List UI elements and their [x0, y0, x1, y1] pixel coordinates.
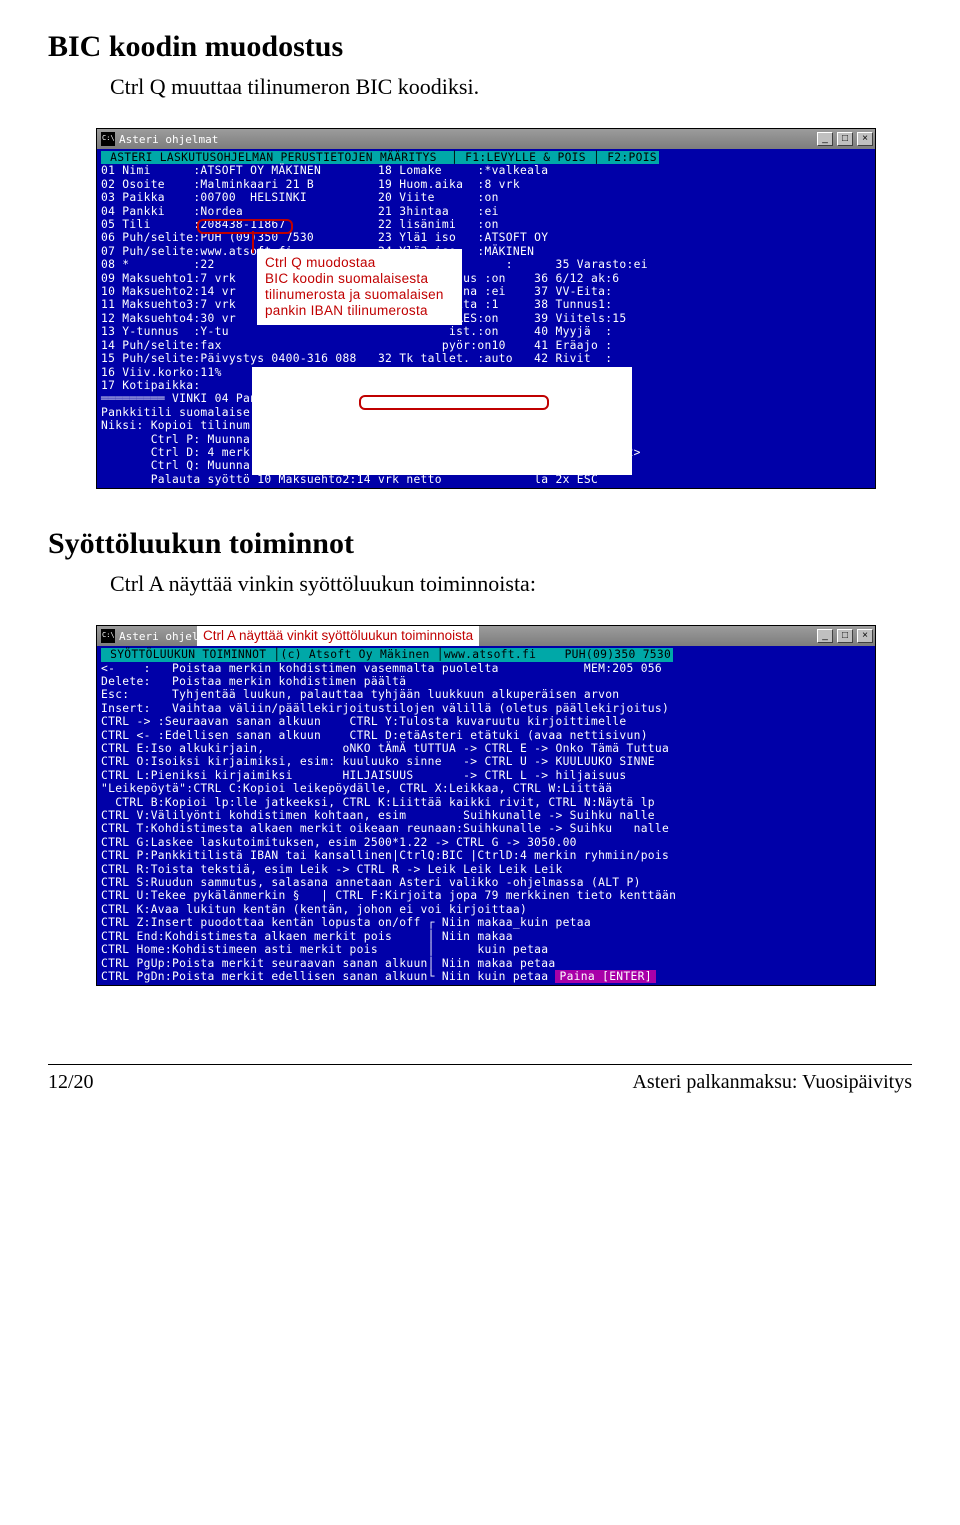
cmd-icon: [101, 132, 115, 146]
paina-enter-badge: Paina [ENTER]: [555, 970, 655, 983]
terminal-line: CTRL -> :Seuraavan sanan alkuun CTRL Y:T…: [101, 715, 627, 728]
titlebar-1-text: Asteri ohjelmat: [119, 133, 218, 146]
terminal-line: CTRL Z:Insert puodottaa kentän lopusta o…: [101, 916, 591, 929]
footer-right-title: Asteri palkanmaksu: Vuosipäivitys: [632, 1071, 912, 1094]
terminal-line: CTRL B:Kopioi lp:lle jatkeeksi, CTRL K:L…: [101, 796, 655, 809]
terminal-line: CTRL T:Kohdistimesta alkaen merkit oikea…: [101, 822, 669, 835]
heading-syottoluukku: Syöttöluukun toiminnot: [48, 527, 912, 561]
highlight-box-ndeafihh: [359, 395, 549, 410]
terminal-line: <- : Poistaa merkin kohdistimen vasemmal…: [101, 662, 662, 675]
terminal-line: CTRL <- :Edellisen sanan alkuun CTRL D:e…: [101, 729, 648, 742]
terminal-line: CTRL L:Pieniksi kirjaimiksi HILJAISUUS -…: [101, 769, 627, 782]
terminal-line: CTRL R:Toista tekstiä, esim Leik -> CTRL…: [101, 863, 563, 876]
cmd-icon: [101, 629, 115, 643]
intro-line-2: Ctrl A näyttää vinkin syöttöluukun toimi…: [110, 571, 912, 597]
terminal-line: 13 Y-tunnus :Y-tu ist.:on 40 Myyjä :: [101, 325, 612, 338]
terminal-line: CTRL G:Laskee laskutoimituksen, esim 250…: [101, 836, 577, 849]
page-footer: 12/20 Asteri palkanmaksu: Vuosipäivitys: [48, 1064, 912, 1094]
terminal-line: CTRL PgDn:Poista merkit edellisen sanan …: [101, 970, 555, 983]
window-close-button[interactable]: ×: [857, 629, 873, 643]
overlay-snippet-1: [252, 367, 632, 475]
callout-line-1: [252, 231, 254, 253]
intro-line-1: Ctrl Q muuttaa tilinumeron BIC koodiksi.: [110, 74, 912, 100]
terminal-line: 05 Tili :208438-11867 22 lisänimi :on: [101, 218, 499, 231]
terminal-line: 04 Pankki :Nordea 21 3hintaa :ei: [101, 205, 499, 218]
terminal-line: Delete: Poistaa merkin kohdistimen päält…: [101, 675, 406, 688]
terminal-line: Esc: Tyhjentää luukun, palauttaa tyhjään…: [101, 688, 619, 701]
terminal-line: CTRL End:Kohdistimesta alkaen merkit poi…: [101, 930, 513, 943]
terminal-line: CTRL K:Avaa lukitun kentän (kentän, joho…: [101, 903, 527, 916]
window-maximize-button[interactable]: □: [837, 132, 853, 146]
terminal-content-1: ASTERI LASKUTUSOHJELMAN PERUSTIETOJEN MÄ…: [97, 149, 875, 488]
terminal-line: 03 Paikka :00700 HELSINKI 20 Viite :on: [101, 191, 499, 204]
highlight-box-tili-1: [197, 219, 293, 234]
callout-ctrl-a: Ctrl A näyttää vinkit syöttöluukun toimi…: [197, 626, 479, 646]
titlebar-1: Asteri ohjelmat _ □ ×: [97, 129, 875, 149]
terminal-line: 01 Nimi :ATSOFT OY MÄKINEN 18 Lomake :*v…: [101, 164, 548, 177]
terminal-line: 06 Puh/selite:PUH (09)350 7530 23 Ylä1 i…: [101, 231, 548, 244]
terminal-line: 14 Puh/selite:fax pyör:on10 41 Eräajo :: [101, 339, 612, 352]
terminal-window-2: Asteri ohjelma _ □ × Ctrl A näyttää vink…: [96, 625, 876, 986]
terminal-header-line: SYÖTTÖLUUKUN TOIMINNOT │(c) Atsoft Oy Mä…: [101, 648, 673, 661]
window-maximize-button[interactable]: □: [837, 629, 853, 643]
terminal-line: CTRL O:Isoiksi kirjaimiksi, esim: kuuluu…: [101, 755, 655, 768]
terminal-line: 02 Osoite :Malminkaari 21 B 19 Huom.aika…: [101, 178, 520, 191]
window-close-button[interactable]: ×: [857, 132, 873, 146]
terminal-line: 15 Puh/selite:Päivystys 0400-316 088 32 …: [101, 352, 612, 365]
terminal-line: CTRL PgUp:Poista merkit seuraavan sanan …: [101, 957, 555, 970]
footer-left-page: 12/20: [48, 1071, 94, 1094]
terminal-line: CTRL P:Pankkitilistä IBAN tai kansalline…: [101, 849, 669, 862]
terminal-line: Insert: Vaihtaa väliin/päällekirjoitusti…: [101, 702, 669, 715]
callout-ctrl-q: Ctrl Q muodostaa BIC koodin suomalaisest…: [257, 249, 462, 325]
window-minimize-button[interactable]: _: [817, 629, 833, 643]
terminal-line: CTRL S:Ruudun sammutus, salasana annetaa…: [101, 876, 641, 889]
terminal-line: CTRL U:Tekee pykälänmerkin § | CTRL F:Ki…: [101, 889, 676, 902]
terminal-header-line: ASTERI LASKUTUSOHJELMAN PERUSTIETOJEN MÄ…: [101, 151, 659, 164]
terminal-line: "Leikepöytä":CTRL C:Kopioi leikepöydälle…: [101, 782, 612, 795]
terminal-line: CTRL V:Välilyönti kohdistimen kohtaan, e…: [101, 809, 655, 822]
window-minimize-button[interactable]: _: [817, 132, 833, 146]
terminal-line: CTRL E:Iso alkukirjain, oNKO tÄmÄ tUTTUA…: [101, 742, 669, 755]
terminal-window-1: Asteri ohjelmat _ □ × ASTERI LASKUTUSOHJ…: [96, 128, 876, 489]
heading-bic: BIC koodin muodostus: [48, 30, 912, 64]
terminal-line: CTRL Home:Kohdistimeen asti merkit pois …: [101, 943, 548, 956]
terminal-content-2: SYÖTTÖLUUKUN TOIMINNOT │(c) Atsoft Oy Mä…: [97, 646, 875, 985]
